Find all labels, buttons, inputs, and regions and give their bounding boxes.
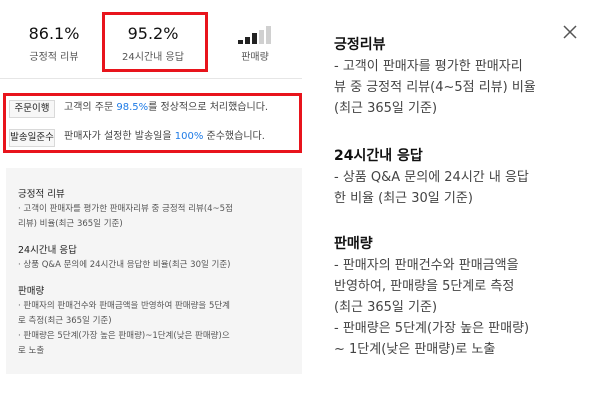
signal-bars-icon bbox=[238, 26, 272, 44]
highlight-box-fulfillment bbox=[3, 93, 302, 153]
help-response-line: · 상품 Q&A 문의에 24시간내 응답한 비율(최근 30일 기준) bbox=[18, 260, 231, 270]
help-volume-line: 로 노출 bbox=[18, 346, 45, 356]
divider bbox=[0, 78, 302, 79]
help-volume-line: 로 측정(최근 365일 기준) bbox=[18, 316, 112, 326]
metric-positive-review: 86.1% 긍정적 리뷰 bbox=[4, 0, 104, 64]
popup-volume-title: 판매량 bbox=[334, 236, 373, 252]
popup-review-line: - 고객이 판매자를 평가한 판매자리 bbox=[334, 59, 523, 74]
help-volume-line: · 판매량은 5단계(가장 높은 판매량)~1단계(낮은 판매량)으 bbox=[18, 331, 230, 341]
popup-review-line: 뷰 중 긍정적 리뷰(4~5점 리뷰) 비율 bbox=[334, 80, 536, 95]
highlight-box-response bbox=[102, 12, 208, 72]
popup-response-title: 24시간내 응답 bbox=[334, 148, 423, 164]
help-box: 긍정적 리뷰 · 고객이 판매자를 평가한 판매자리뷰 중 긍정적 리뷰(4~5… bbox=[6, 168, 302, 374]
popup-volume-line: (최근 365일 기준) bbox=[334, 300, 438, 315]
popup-review-title: 긍정리뷰 bbox=[334, 37, 386, 53]
popup-response-line: - 상품 Q&A 문의에 24시간 내 응답 bbox=[334, 170, 529, 185]
signal-bar bbox=[252, 33, 257, 44]
help-volume-line: · 판매자의 판매건수와 판매금액을 반영하여 판매량을 5단계 bbox=[18, 301, 231, 311]
seller-stats-panel: 86.1% 긍정적 리뷰 95.2% 24시간내 응답 판매량 주문이행 고객의… bbox=[0, 0, 302, 400]
help-review-line: · 고객이 판매자를 평가한 판매자리뷰 중 긍정적 리뷰(4~5점 bbox=[18, 204, 233, 214]
metric-value: 86.1% bbox=[28, 24, 80, 43]
close-icon bbox=[563, 25, 577, 39]
signal-bar bbox=[238, 40, 243, 44]
help-response-title: 24시간내 응답 bbox=[18, 245, 77, 256]
popup-volume-line: 반영하여, 판매량을 5단계로 측정 bbox=[334, 279, 515, 294]
close-button[interactable] bbox=[560, 22, 580, 42]
popup-volume-line: ~ 1단계(낮은 판매량)로 노출 bbox=[334, 342, 496, 357]
popup-volume-line: - 판매량은 5단계(가장 높은 판매량) bbox=[334, 321, 530, 336]
help-review-title: 긍정적 리뷰 bbox=[18, 189, 65, 200]
signal-bar bbox=[259, 29, 264, 44]
metric-label: 긍정적 리뷰 bbox=[29, 52, 79, 63]
popup-response-line: 한 비율 (최근 30일 기준) bbox=[334, 191, 473, 206]
signal-bar bbox=[266, 26, 271, 44]
popup-volume-line: - 판매자의 판매건수와 판매금액을 bbox=[334, 258, 519, 273]
signal-bar bbox=[245, 36, 250, 44]
metric-label: 판매량 bbox=[241, 52, 269, 63]
help-volume-title: 판매량 bbox=[18, 286, 45, 297]
popup-review-line: (최근 365일 기준) bbox=[334, 101, 438, 116]
help-review-line: 리뷰) 비율(최근 365일 기준) bbox=[18, 219, 123, 229]
